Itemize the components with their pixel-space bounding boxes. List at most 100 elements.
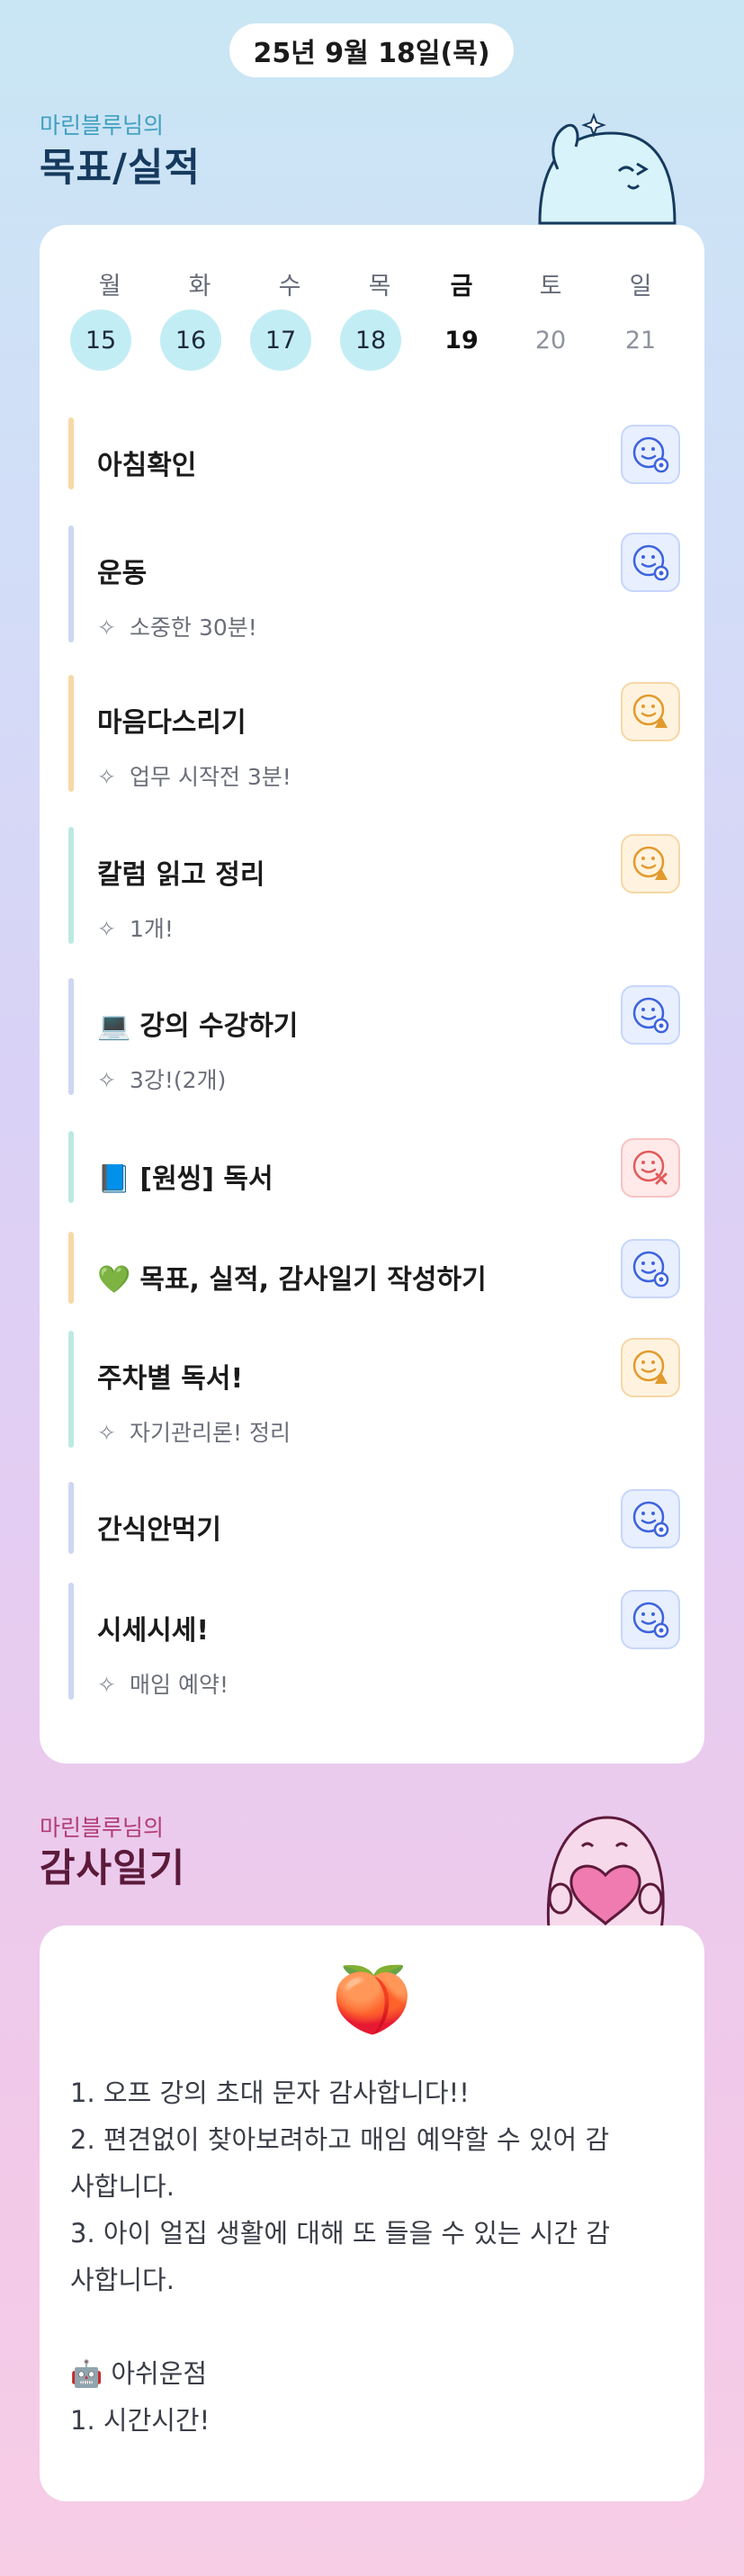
task-title-text: 간식안먹기 bbox=[97, 1514, 221, 1546]
journal-line: 사합니다. bbox=[70, 2265, 175, 2295]
smile-check-icon bbox=[632, 1251, 669, 1288]
journal-line: 사합니다. bbox=[70, 2171, 175, 2202]
task-color-bar bbox=[68, 675, 74, 792]
task-row[interactable]: 💚 목표, 실적, 감사일기 작성하기 bbox=[68, 1232, 680, 1304]
task-title-text: 시세시세! bbox=[97, 1615, 210, 1647]
task-title-text: 운동 bbox=[97, 558, 148, 589]
task-color-bar bbox=[68, 1482, 74, 1554]
task-subtitle: ✧ 소중한 30분! bbox=[97, 610, 257, 642]
journal-line: 2. 편견없이 찾아보려하고 매임 예약할 수 있어 감 bbox=[70, 2124, 610, 2155]
task-subtitle-text: 매임 예약! bbox=[130, 1672, 229, 1698]
task-row[interactable]: 📘 [원씽] 독서 bbox=[68, 1131, 680, 1203]
sparkle-icon: ✧ bbox=[97, 1420, 116, 1446]
task-title: 운동 bbox=[97, 551, 147, 590]
task-color-bar bbox=[68, 1232, 74, 1304]
task-title: 아침확인 bbox=[97, 443, 196, 482]
task-title: 💻 강의 수강하기 bbox=[97, 1003, 298, 1043]
smile-check-icon bbox=[632, 1501, 669, 1538]
date-pill[interactable]: 25년 9월 18일(목) bbox=[229, 23, 514, 77]
status-button[interactable] bbox=[621, 1590, 680, 1649]
task-subtitle: ✧ 업무 시작전 3분! bbox=[97, 759, 291, 792]
task-row[interactable]: 마음다스리기 ✧ 업무 시작전 3분! bbox=[68, 675, 680, 792]
status-button[interactable] bbox=[621, 834, 680, 893]
smile-check-icon bbox=[632, 997, 669, 1034]
smile-triangle-icon bbox=[632, 846, 668, 880]
goals-card: 월 화 수 목 금 토 일 15 16 17 18 19 20 21 아침확인 … bbox=[40, 225, 704, 1764]
smile-check-icon bbox=[632, 1602, 669, 1638]
task-subtitle: ✧ 1개! bbox=[97, 911, 174, 944]
date-16[interactable]: 16 bbox=[160, 310, 221, 371]
sparkle-icon: ✧ bbox=[97, 916, 116, 942]
peach-icon: 🍑 bbox=[331, 1961, 413, 2037]
task-title: 마음다스리기 bbox=[97, 700, 247, 740]
weekday-sun: 일 bbox=[629, 273, 652, 301]
task-row[interactable]: 아침확인 bbox=[68, 417, 680, 489]
smile-check-icon bbox=[632, 544, 669, 581]
mascot-waving-icon bbox=[538, 112, 677, 225]
task-title-text: 아침확인 bbox=[97, 450, 197, 481]
status-button[interactable] bbox=[621, 1138, 680, 1198]
task-row[interactable]: 시세시세! ✧ 매임 예약! bbox=[68, 1583, 680, 1700]
weekday-sat: 토 bbox=[539, 273, 562, 301]
task-title: 시세시세! bbox=[97, 1608, 209, 1647]
task-color-bar bbox=[68, 978, 74, 1095]
date-21[interactable]: 21 bbox=[610, 310, 671, 371]
smile-triangle-icon bbox=[632, 1350, 668, 1384]
task-title-text: 칼럼 읽고 정리 bbox=[97, 859, 265, 891]
goals-subtitle: 마린블루님의 bbox=[40, 112, 165, 139]
task-title-text: 목표, 실적, 감사일기 작성하기 bbox=[139, 1264, 487, 1296]
date-row: 15 16 17 18 19 20 21 bbox=[40, 310, 704, 372]
task-subtitle-text: 업무 시작전 3분! bbox=[130, 764, 291, 790]
task-title: 칼럼 읽고 정리 bbox=[97, 852, 265, 892]
journal-line: 1. 오프 강의 초대 문자 감사합니다!! bbox=[70, 2078, 470, 2108]
status-button[interactable] bbox=[621, 682, 680, 741]
goals-title: 목표/실적 bbox=[40, 146, 201, 191]
date-17[interactable]: 17 bbox=[250, 310, 311, 371]
task-title: 💚 목표, 실적, 감사일기 작성하기 bbox=[97, 1257, 487, 1297]
task-color-bar bbox=[68, 525, 74, 642]
status-button[interactable] bbox=[621, 1489, 680, 1548]
task-title-text: 강의 수강하기 bbox=[139, 1010, 299, 1042]
weekday-fri: 금 bbox=[450, 273, 473, 301]
task-subtitle: ✧ 3강!(2개) bbox=[97, 1063, 226, 1095]
date-18[interactable]: 18 bbox=[340, 310, 401, 371]
task-title-text: 주차별 독서! bbox=[97, 1363, 244, 1395]
task-title-text: [원씽] 독서 bbox=[139, 1163, 273, 1195]
date-19[interactable]: 19 bbox=[431, 310, 492, 371]
task-subtitle: ✧ 매임 예약! bbox=[97, 1667, 229, 1700]
weekday-thu: 목 bbox=[368, 273, 391, 301]
sparkle-icon: ✧ bbox=[97, 615, 116, 641]
task-row[interactable]: 운동 ✧ 소중한 30분! bbox=[68, 525, 680, 642]
task-color-bar bbox=[68, 1583, 74, 1700]
mascot-heart-icon bbox=[546, 1816, 665, 1930]
task-title: 주차별 독서! bbox=[97, 1356, 243, 1396]
task-row[interactable]: 주차별 독서! ✧ 자기관리론! 정리 bbox=[68, 1331, 680, 1448]
journal-line: 3. 아이 얼집 생활에 대해 또 들을 수 있는 시간 감 bbox=[70, 2218, 611, 2248]
task-color-bar bbox=[68, 1131, 74, 1203]
task-title: 📘 [원씽] 독서 bbox=[97, 1156, 273, 1196]
date-20[interactable]: 20 bbox=[520, 310, 581, 371]
status-button[interactable] bbox=[621, 1338, 680, 1397]
status-button[interactable] bbox=[621, 425, 680, 484]
sparkle-icon: ✧ bbox=[97, 1067, 116, 1093]
task-color-bar bbox=[68, 1331, 74, 1448]
status-button[interactable] bbox=[621, 1239, 680, 1298]
task-emoji-icon: 💚 bbox=[97, 1264, 131, 1296]
status-button[interactable] bbox=[621, 985, 680, 1045]
task-row[interactable]: 💻 강의 수강하기 ✧ 3강!(2개) bbox=[68, 978, 680, 1095]
journal-card: 🍑 1. 오프 강의 초대 문자 감사합니다!! 2. 편견없이 찾아보려하고 … bbox=[40, 1925, 704, 2501]
task-row[interactable]: 간식안먹기 bbox=[68, 1482, 680, 1554]
smile-triangle-icon bbox=[632, 694, 668, 728]
status-button[interactable] bbox=[621, 533, 680, 592]
journal-title: 감사일기 bbox=[40, 1846, 186, 1891]
task-row[interactable]: 칼럼 읽고 정리 ✧ 1개! bbox=[68, 827, 680, 944]
weekday-mon: 월 bbox=[98, 273, 121, 301]
smile-check-icon bbox=[632, 436, 669, 473]
task-emoji-icon: 💻 bbox=[97, 1010, 131, 1042]
date-15[interactable]: 15 bbox=[70, 310, 131, 371]
sparkle-icon: ✧ bbox=[97, 764, 116, 790]
task-subtitle: ✧ 자기관리론! 정리 bbox=[97, 1415, 291, 1448]
weekday-wed: 수 bbox=[278, 273, 301, 301]
task-title: 간식안먹기 bbox=[97, 1507, 221, 1547]
journal-text: 1. 오프 강의 초대 문자 감사합니다!! 2. 편견없이 찾아보려하고 매임… bbox=[70, 2069, 682, 2444]
